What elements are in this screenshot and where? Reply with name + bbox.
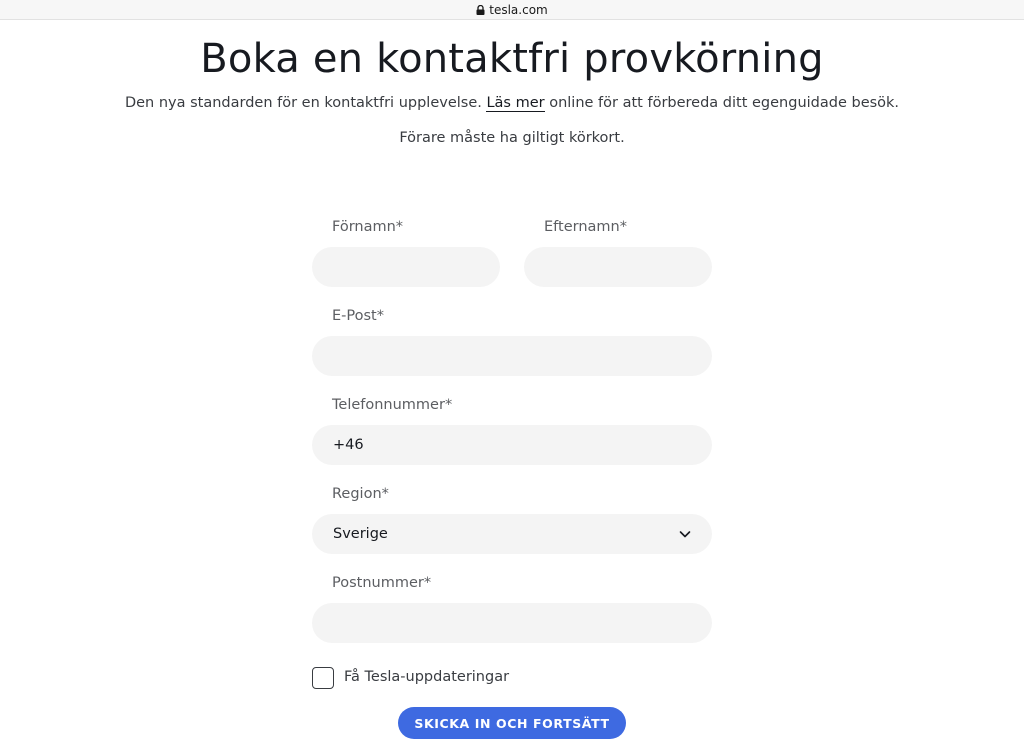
subtitle-text-end: online för att förbereda ditt egenguidad…	[544, 95, 900, 111]
region-value: Sverige	[333, 526, 388, 542]
license-note: Förare måste ha giltigt körkort.	[399, 130, 625, 146]
first-name-label: Förnamn*	[332, 219, 404, 235]
phone-value: +46	[333, 437, 364, 453]
postal-code-field[interactable]	[312, 603, 712, 643]
region-select[interactable]: Sverige	[312, 514, 712, 554]
first-name-field[interactable]	[312, 247, 500, 287]
last-name-field[interactable]	[524, 247, 712, 287]
email-label: E-Post*	[332, 308, 384, 324]
last-name-label: Efternamn*	[544, 219, 627, 235]
postal-code-label: Postnummer*	[332, 575, 432, 591]
updates-checkbox[interactable]	[312, 667, 334, 689]
read-more-link[interactable]: Läs mer	[486, 95, 545, 112]
updates-checkbox-label[interactable]: Få Tesla-uppdateringar	[344, 669, 509, 685]
browser-url: tesla.com	[489, 2, 548, 17]
page-title: Boka en kontaktfri provkörning	[200, 36, 824, 82]
phone-label: Telefonnummer*	[332, 397, 453, 413]
page-subtitle: Den nya standarden för en kontaktfri upp…	[0, 95, 1024, 112]
email-field[interactable]	[312, 336, 712, 376]
submit-button[interactable]: SKICKA IN OCH FORTSÄTT	[398, 707, 626, 739]
browser-address-bar[interactable]: tesla.com	[0, 0, 1024, 20]
chevron-down-icon	[678, 527, 692, 541]
subtitle-text-start: Den nya standarden för en kontaktfri upp…	[124, 95, 487, 111]
phone-field[interactable]: +46	[312, 425, 712, 465]
lock-icon	[476, 4, 485, 15]
region-label: Region*	[332, 486, 389, 502]
